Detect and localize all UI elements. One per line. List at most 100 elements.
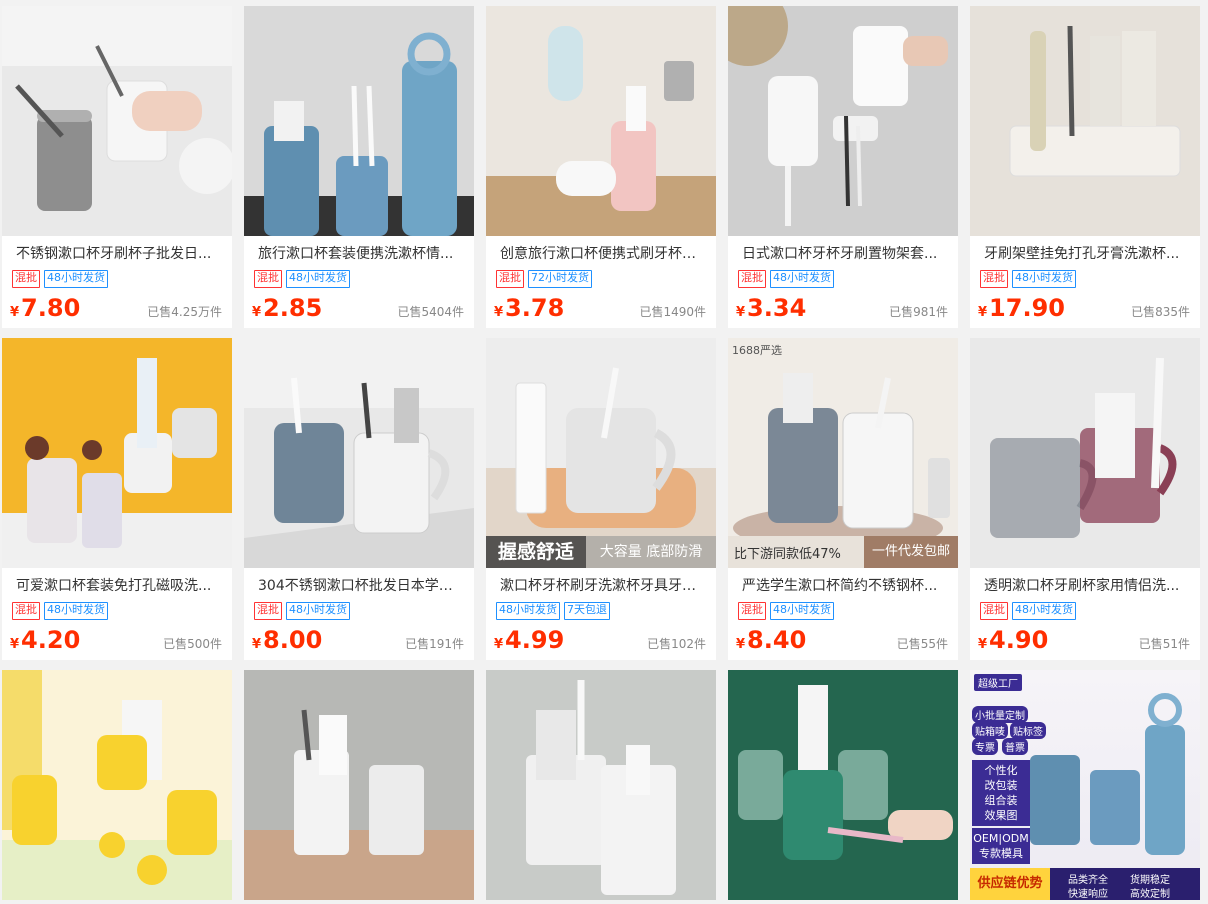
product-image[interactable]: 1688严选 比下游同款低47% 一件代发包邮 bbox=[728, 338, 958, 568]
product-image[interactable] bbox=[970, 338, 1200, 568]
product-tags: 48小时发货 7天包退 bbox=[496, 602, 716, 620]
tag-shipping: 48小时发货 bbox=[496, 602, 560, 620]
product-title[interactable]: 透明漱口杯牙刷杯家用情侣洗... bbox=[984, 576, 1190, 596]
feature-overlay-grip: 握感舒适 bbox=[486, 536, 586, 568]
product-card[interactable]: 透明漱口杯牙刷杯家用情侣洗... 混批 48小时发货 ¥4.90 已售51件 bbox=[970, 338, 1200, 660]
tag-mixed-wholesale: 混批 bbox=[980, 602, 1008, 620]
product-card[interactable]: 不锈钢漱口杯牙刷杯子批发日... 混批 48小时发货 ¥7.80 已售4.25万… bbox=[2, 6, 232, 328]
feature-overlay-capacity: 大容量 底部防滑 bbox=[586, 536, 716, 568]
tag-shipping: 48小时发货 bbox=[286, 602, 350, 620]
tag-shipping: 72小时发货 bbox=[528, 270, 592, 288]
product-title[interactable]: 严选学生漱口杯简约不锈钢杯... bbox=[742, 576, 948, 596]
product-card[interactable] bbox=[244, 670, 474, 900]
product-title[interactable]: 304不锈钢漱口杯批发日本学生... bbox=[258, 576, 464, 596]
tag-mixed-wholesale: 混批 bbox=[254, 270, 282, 288]
sold-count: 已售55件 bbox=[896, 637, 948, 651]
product-price: ¥3.34 bbox=[736, 294, 807, 322]
sold-count: 已售51件 bbox=[1138, 637, 1190, 651]
product-card[interactable]: 旅行漱口杯套装便携洗漱杯情... 混批 48小时发货 ¥2.85 已售5404件 bbox=[244, 6, 474, 328]
badge-1688-select: 1688严选 bbox=[732, 344, 782, 357]
product-image[interactable] bbox=[2, 6, 232, 236]
factory-box-oem: OEM|ODM 专款模具 bbox=[972, 828, 1030, 864]
product-grid: 不锈钢漱口杯牙刷杯子批发日... 混批 48小时发货 ¥7.80 已售4.25万… bbox=[0, 0, 1208, 900]
product-price: ¥4.20 bbox=[10, 626, 81, 654]
product-image[interactable] bbox=[244, 670, 474, 900]
product-image[interactable] bbox=[244, 338, 474, 568]
product-card[interactable]: 1688严选 比下游同款低47% 一件代发包邮 严选学生漱口杯简约不锈钢杯...… bbox=[728, 338, 958, 660]
product-card[interactable]: 牙刷架壁挂免打孔牙膏洗漱杯... 混批 48小时发货 ¥17.90 已售835件 bbox=[970, 6, 1200, 328]
tag-mixed-wholesale: 混批 bbox=[12, 270, 40, 288]
product-card[interactable]: 可爱漱口杯套装免打孔磁吸洗... 混批 48小时发货 ¥4.20 已售500件 bbox=[2, 338, 232, 660]
product-title[interactable]: 不锈钢漱口杯牙刷杯子批发日... bbox=[16, 244, 222, 264]
product-image[interactable] bbox=[486, 6, 716, 236]
product-card[interactable]: 创意旅行漱口杯便携式刷牙杯三... 混批 72小时发货 ¥3.78 已售1490… bbox=[486, 6, 716, 328]
product-title[interactable]: 日式漱口杯牙杯牙刷置物架套... bbox=[742, 244, 948, 264]
product-tags: 混批 48小时发货 bbox=[738, 270, 958, 288]
factory-chip: 专票 bbox=[972, 738, 998, 755]
sold-count: 已售102件 bbox=[647, 637, 706, 651]
sold-count: 已售981件 bbox=[889, 305, 948, 319]
product-image[interactable]: 握感舒适 大容量 底部防滑 bbox=[486, 338, 716, 568]
product-card[interactable] bbox=[728, 670, 958, 900]
sold-count: 已售191件 bbox=[405, 637, 464, 651]
product-card[interactable]: 握感舒适 大容量 底部防滑 漱口杯牙杯刷牙洗漱杯牙具牙刷... 48小时发货 7… bbox=[486, 338, 716, 660]
tag-shipping: 48小时发货 bbox=[770, 602, 834, 620]
product-tags: 混批 48小时发货 bbox=[980, 602, 1200, 620]
product-title[interactable]: 旅行漱口杯套装便携洗漱杯情... bbox=[258, 244, 464, 264]
tag-shipping: 48小时发货 bbox=[1012, 270, 1076, 288]
product-tags: 混批 48小时发货 bbox=[12, 270, 232, 288]
product-tags: 混批 48小时发货 bbox=[738, 602, 958, 620]
product-image[interactable]: 超级工厂 小批量定制 贴箱唛 贴标签 专票 普票 个性化 改包装 组合装 效果图… bbox=[970, 670, 1200, 900]
tag-mixed-wholesale: 混批 bbox=[738, 602, 766, 620]
product-card[interactable]: 304不锈钢漱口杯批发日本学生... 混批 48小时发货 ¥8.00 已售191… bbox=[244, 338, 474, 660]
product-card[interactable]: 超级工厂 小批量定制 贴箱唛 贴标签 专票 普票 个性化 改包装 组合装 效果图… bbox=[970, 670, 1200, 900]
product-price: ¥7.80 bbox=[10, 294, 81, 322]
promo-dropship: 一件代发包邮 bbox=[863, 536, 958, 568]
factory-bottom-banner: 供应链优势 品类齐全 货期稳定 快速响应 高效定制 bbox=[970, 868, 1200, 900]
tag-shipping: 48小时发货 bbox=[44, 270, 108, 288]
tag-mixed-wholesale: 混批 bbox=[980, 270, 1008, 288]
factory-box-custom: 个性化 改包装 组合装 效果图 bbox=[972, 760, 1030, 826]
product-tags: 混批 48小时发货 bbox=[254, 270, 474, 288]
product-title[interactable]: 可爱漱口杯套装免打孔磁吸洗... bbox=[16, 576, 222, 596]
promo-lower-price: 比下游同款低47% bbox=[734, 546, 841, 562]
product-price: ¥8.40 bbox=[736, 626, 807, 654]
tag-return: 7天包退 bbox=[564, 602, 610, 620]
product-image[interactable] bbox=[2, 670, 232, 900]
tag-mixed-wholesale: 混批 bbox=[496, 270, 524, 288]
tag-mixed-wholesale: 混批 bbox=[12, 602, 40, 620]
factory-chip: 贴标签 bbox=[1010, 722, 1046, 739]
supply-chain-advantage: 供应链优势 bbox=[970, 868, 1050, 900]
product-price: ¥17.90 bbox=[978, 294, 1065, 322]
product-title[interactable]: 漱口杯牙杯刷牙洗漱杯牙具牙刷... bbox=[500, 576, 706, 596]
product-card[interactable]: 日式漱口杯牙杯牙刷置物架套... 混批 48小时发货 ¥3.34 已售981件 bbox=[728, 6, 958, 328]
tag-mixed-wholesale: 混批 bbox=[738, 270, 766, 288]
product-image[interactable] bbox=[970, 6, 1200, 236]
product-image[interactable] bbox=[244, 6, 474, 236]
tag-shipping: 48小时发货 bbox=[770, 270, 834, 288]
promo-banner: 比下游同款低47% 一件代发包邮 bbox=[728, 536, 958, 568]
factory-chip: 贴箱唛 bbox=[972, 722, 1008, 739]
product-image[interactable] bbox=[486, 670, 716, 900]
tag-mixed-wholesale: 混批 bbox=[254, 602, 282, 620]
sold-count: 已售500件 bbox=[163, 637, 222, 651]
factory-chip: 普票 bbox=[1002, 738, 1028, 755]
factory-logo: 超级工厂 bbox=[974, 674, 1022, 691]
tag-shipping: 48小时发货 bbox=[44, 602, 108, 620]
product-title[interactable]: 创意旅行漱口杯便携式刷牙杯三... bbox=[500, 244, 706, 264]
tag-shipping: 48小时发货 bbox=[286, 270, 350, 288]
tag-shipping: 48小时发货 bbox=[1012, 602, 1076, 620]
product-price: ¥4.90 bbox=[978, 626, 1049, 654]
product-image[interactable] bbox=[728, 670, 958, 900]
sold-count: 已售4.25万件 bbox=[147, 305, 222, 319]
product-image[interactable] bbox=[728, 6, 958, 236]
sold-count: 已售5404件 bbox=[397, 305, 464, 319]
product-price: ¥8.00 bbox=[252, 626, 323, 654]
product-image[interactable] bbox=[2, 338, 232, 568]
product-title[interactable]: 牙刷架壁挂免打孔牙膏洗漱杯... bbox=[984, 244, 1190, 264]
product-card[interactable] bbox=[486, 670, 716, 900]
sold-count: 已售1490件 bbox=[639, 305, 706, 319]
factory-promo: 超级工厂 小批量定制 贴箱唛 贴标签 专票 普票 个性化 改包装 组合装 效果图… bbox=[970, 670, 1200, 900]
product-tags: 混批 48小时发货 bbox=[980, 270, 1200, 288]
product-card[interactable] bbox=[2, 670, 232, 900]
